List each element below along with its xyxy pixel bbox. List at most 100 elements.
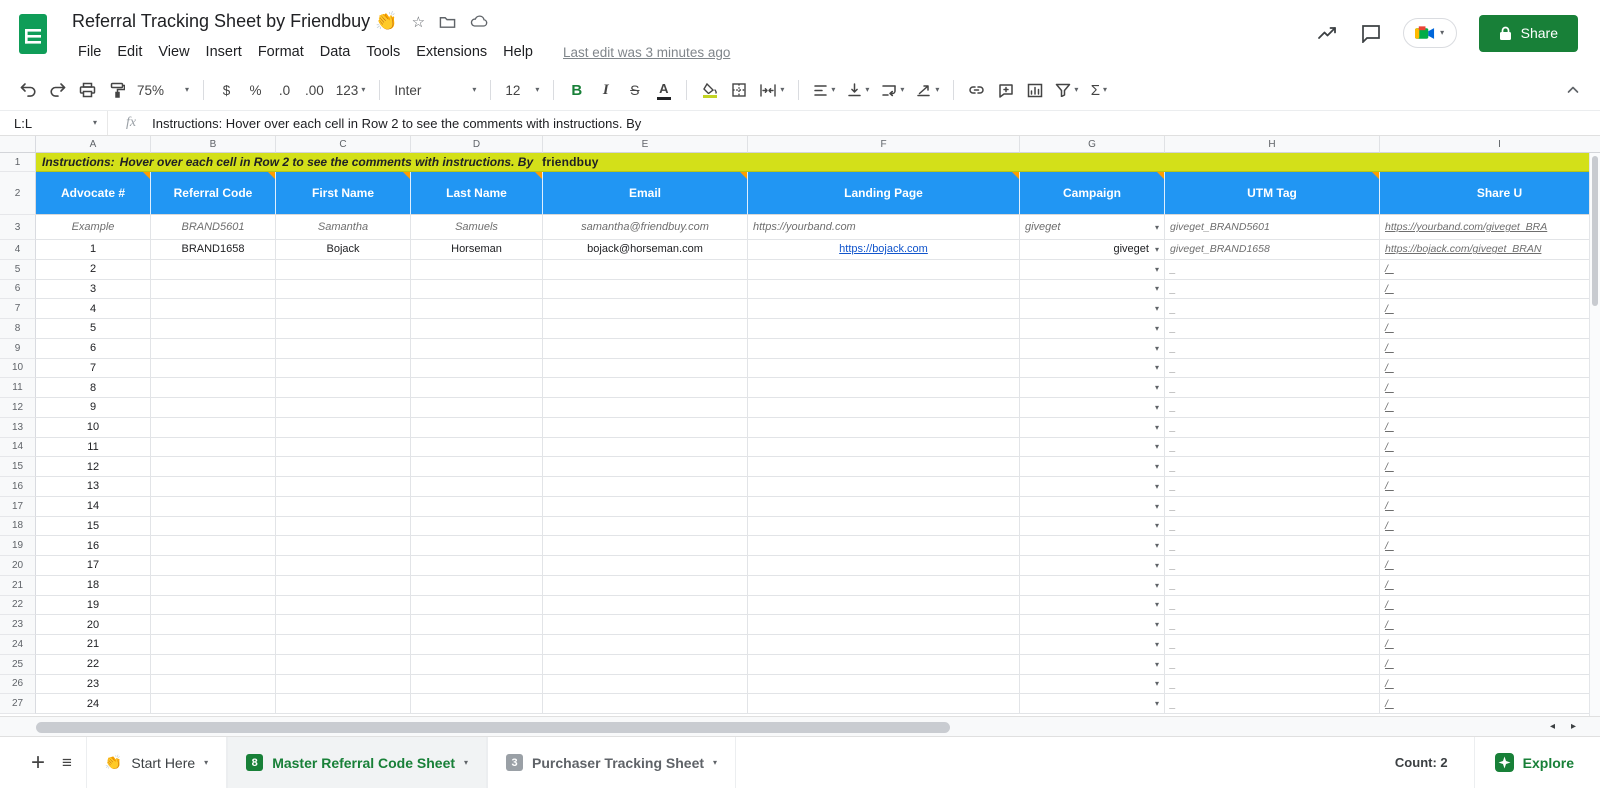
cell-D22[interactable] [411, 595, 543, 616]
cell-C22[interactable] [276, 595, 411, 616]
cell-I3[interactable]: https://yourband.com/giveget_BRA [1380, 215, 1600, 240]
cell-F19[interactable] [748, 536, 1020, 556]
cell-F8[interactable] [748, 319, 1020, 339]
cell-I26[interactable]: /_ [1380, 675, 1600, 695]
cell-I14[interactable]: /_ [1380, 438, 1600, 458]
cell-I23[interactable]: /_ [1380, 615, 1600, 635]
cell-F26[interactable] [748, 674, 1020, 695]
cell-G27[interactable]: ▾ [1020, 694, 1165, 714]
cell-E26[interactable] [543, 674, 748, 695]
menu-insert[interactable]: Insert [198, 41, 250, 63]
cell-A4[interactable]: 1 [36, 240, 151, 260]
cell-B17[interactable] [151, 496, 276, 517]
meet-dropdown-icon[interactable]: ▾ [1440, 29, 1444, 37]
cell-A8[interactable]: 5 [36, 319, 151, 339]
header-cell-G2[interactable]: Campaign [1020, 172, 1165, 215]
cell-B21[interactable] [151, 575, 276, 596]
cell-A24[interactable]: 21 [36, 635, 151, 655]
vertical-scrollbar[interactable] [1589, 153, 1600, 716]
cell-H23[interactable]: _ [1165, 615, 1380, 635]
cell-D12[interactable] [411, 398, 543, 418]
tab-dropdown-icon[interactable]: ▾ [464, 758, 468, 767]
cell-F25[interactable] [748, 654, 1020, 675]
cell-A23[interactable]: 20 [36, 615, 151, 635]
tab-dropdown-icon[interactable]: ▾ [204, 758, 208, 767]
meet-call-button[interactable]: ▾ [1402, 18, 1457, 48]
cell-E17[interactable] [543, 496, 748, 517]
cell-E14[interactable] [543, 437, 748, 458]
cell-H15[interactable]: _ [1165, 457, 1380, 477]
row-header-11[interactable]: 11 [0, 378, 36, 398]
campaign-dropdown-icon[interactable]: ▾ [1155, 442, 1159, 451]
cell-C6[interactable] [276, 279, 411, 300]
cell-D13[interactable] [411, 417, 543, 438]
cell-A21[interactable]: 18 [36, 575, 151, 596]
cell-A27[interactable]: 24 [36, 694, 151, 714]
cell-C4[interactable]: Bojack [276, 240, 411, 260]
cell-B20[interactable] [151, 556, 276, 576]
cell-B8[interactable] [151, 319, 276, 339]
cell-C21[interactable] [276, 575, 411, 596]
cell-D23[interactable] [411, 615, 543, 635]
cell-B13[interactable] [151, 417, 276, 438]
cell-F14[interactable] [748, 437, 1020, 458]
cell-C15[interactable] [276, 457, 411, 477]
cell-I22[interactable]: /_ [1380, 596, 1600, 616]
menu-extensions[interactable]: Extensions [408, 41, 495, 63]
campaign-dropdown-icon[interactable]: ▾ [1155, 699, 1159, 708]
more-formats-button[interactable]: 123 ▾ [331, 76, 371, 104]
cell-I5[interactable]: /_ [1380, 260, 1600, 280]
row-header-2[interactable]: 2 [0, 172, 36, 215]
cell-F3[interactable]: https://yourband.com [748, 215, 1020, 240]
header-cell-F2[interactable]: Landing Page [748, 172, 1020, 215]
cell-F11[interactable] [748, 378, 1020, 398]
cell-D7[interactable] [411, 299, 543, 319]
cell-G12[interactable]: ▾ [1020, 398, 1165, 418]
cell-D15[interactable] [411, 457, 543, 477]
campaign-dropdown-icon[interactable]: ▾ [1155, 245, 1159, 254]
campaign-dropdown-icon[interactable]: ▾ [1155, 660, 1159, 669]
decrease-decimals-button[interactable]: .0 [271, 76, 298, 104]
functions-button[interactable]: Σ ▾ [1085, 76, 1112, 104]
cell-C11[interactable] [276, 378, 411, 398]
row-header-26[interactable]: 26 [0, 674, 36, 695]
cell-G23[interactable]: ▾ [1020, 615, 1165, 635]
cell-D3[interactable]: Samuels [411, 215, 543, 240]
cell-I12[interactable]: /_ [1380, 398, 1600, 418]
cell-B3[interactable]: BRAND5601 [151, 215, 276, 240]
menu-file[interactable]: File [70, 41, 109, 63]
cell-E16[interactable] [543, 477, 748, 497]
cell-A11[interactable]: 8 [36, 378, 151, 398]
cell-G25[interactable]: ▾ [1020, 654, 1165, 675]
row-header-10[interactable]: 10 [0, 358, 36, 379]
row-header-21[interactable]: 21 [0, 575, 36, 596]
cell-F20[interactable] [748, 556, 1020, 576]
row-header-16[interactable]: 16 [0, 477, 36, 497]
cell-G9[interactable]: ▾ [1020, 338, 1165, 359]
undo-button[interactable] [14, 76, 42, 104]
row-header-7[interactable]: 7 [0, 299, 36, 319]
row-header-15[interactable]: 15 [0, 457, 36, 477]
tab-dropdown-icon[interactable]: ▾ [713, 758, 717, 767]
cell-A19[interactable]: 16 [36, 536, 151, 556]
cell-A10[interactable]: 7 [36, 358, 151, 379]
cell-E24[interactable] [543, 635, 748, 655]
row-header-5[interactable]: 5 [0, 259, 36, 280]
cell-I20[interactable]: /_ [1380, 556, 1600, 576]
comment-history-icon[interactable] [1361, 24, 1381, 43]
cell-C8[interactable] [276, 319, 411, 339]
cell-B16[interactable] [151, 477, 276, 497]
cell-I27[interactable]: /_ [1380, 694, 1600, 714]
cell-D17[interactable] [411, 496, 543, 517]
cell-B23[interactable] [151, 615, 276, 635]
cell-H24[interactable]: _ [1165, 635, 1380, 655]
cell-I15[interactable]: /_ [1380, 457, 1600, 477]
name-box[interactable]: L:L ▾ [0, 111, 108, 135]
document-title[interactable]: Referral Tracking Sheet by Friendbuy 👏 [72, 11, 398, 32]
menu-tools[interactable]: Tools [358, 41, 408, 63]
cell-B19[interactable] [151, 536, 276, 556]
cell-C5[interactable] [276, 259, 411, 280]
cell-A17[interactable]: 14 [36, 496, 151, 517]
cell-F24[interactable] [748, 635, 1020, 655]
fill-color-button[interactable] [696, 76, 723, 104]
